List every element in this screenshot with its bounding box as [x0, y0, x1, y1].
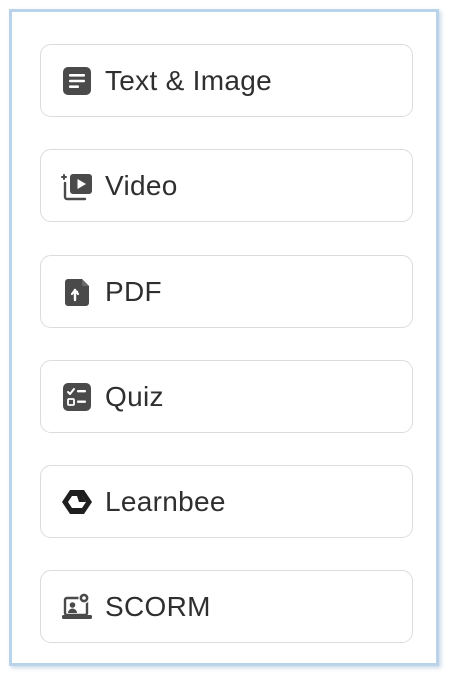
- option-label: PDF: [105, 275, 162, 307]
- text-image-icon: [61, 65, 93, 97]
- scorm-package-icon: [61, 591, 93, 623]
- quiz-checklist-icon: [61, 381, 93, 413]
- option-pdf[interactable]: PDF: [40, 255, 413, 328]
- option-label: Learnbee: [105, 485, 226, 517]
- option-learnbee[interactable]: Learnbee: [40, 465, 413, 538]
- learnbee-logo-icon: [61, 486, 93, 518]
- option-label: SCORM: [105, 590, 211, 622]
- video-add-icon: [61, 170, 93, 202]
- option-quiz[interactable]: Quiz: [40, 360, 413, 433]
- option-scorm[interactable]: SCORM: [40, 570, 413, 643]
- option-label: Quiz: [105, 380, 164, 412]
- option-video[interactable]: Video: [40, 149, 413, 222]
- option-label: Text & Image: [105, 64, 273, 96]
- content-type-panel: Text & Image Video PDF Quiz Learnbee SCO…: [9, 9, 439, 666]
- option-text-image[interactable]: Text & Image: [40, 44, 413, 117]
- pdf-file-icon: [61, 276, 93, 308]
- option-label: Video: [105, 169, 178, 201]
